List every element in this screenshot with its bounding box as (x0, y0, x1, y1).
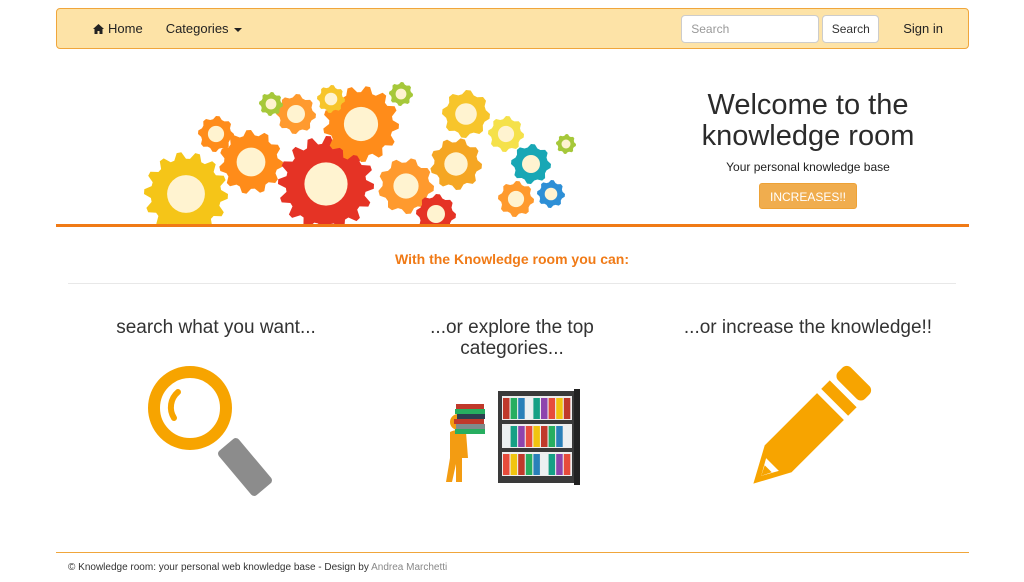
feature-title-search: search what you want... (116, 317, 316, 338)
pencil-icon[interactable] (730, 360, 880, 505)
binder (533, 454, 540, 475)
binder (503, 426, 510, 447)
nav-right-group: Search Sign in (681, 14, 968, 43)
hero-subtitle: Your personal knowledge base (726, 160, 890, 174)
nav-home-label: Home (108, 21, 143, 36)
increases-button[interactable]: INCREASES!! (758, 183, 858, 209)
binder (541, 398, 548, 419)
gear-hub (561, 139, 571, 149)
binder (556, 426, 563, 447)
footer-text: © Knowledge room: your personal web know… (68, 562, 372, 573)
home-icon (93, 23, 104, 34)
nav-categories-label: Categories (165, 21, 229, 36)
binder (525, 398, 533, 419)
hero-divider (56, 224, 969, 227)
binder (548, 398, 556, 419)
binder (548, 426, 556, 447)
feature-title-increase: ...or increase the knowledge!! (683, 317, 933, 338)
gear-hub (427, 205, 445, 223)
gear-hub (287, 105, 305, 123)
binder (541, 454, 548, 475)
gear-hub (522, 155, 540, 173)
binder (541, 426, 548, 447)
gear-hub (455, 103, 477, 125)
gear-hub (507, 190, 525, 208)
sign-in-link[interactable]: Sign in (903, 21, 943, 36)
binder (510, 426, 518, 447)
binder (518, 426, 525, 447)
gears-illustration (144, 82, 576, 226)
binder (503, 398, 510, 419)
binder (556, 398, 563, 419)
gear-hub (343, 106, 379, 142)
magnifier-icon[interactable] (148, 362, 282, 497)
gear-hub (497, 125, 515, 143)
section-subheading: With the Knowledge room you can: (395, 251, 629, 267)
binder (563, 454, 571, 475)
gear-hub (393, 173, 419, 199)
search-button[interactable]: Search (822, 14, 880, 43)
binder (518, 454, 525, 475)
gear-hub (544, 187, 558, 201)
gear-hub (265, 98, 277, 110)
feature-title-explore: ...or explore the top categories... (430, 317, 594, 359)
hero-text-block: Welcome to the knowledge room Your perso… (680, 90, 936, 209)
binder (518, 398, 525, 419)
binder (563, 398, 571, 419)
binder (533, 426, 540, 447)
footer-author-link[interactable]: Andrea Marchetti (371, 562, 447, 573)
gear-hub (304, 162, 348, 206)
bookshelf-illustration[interactable] (438, 386, 584, 490)
binder (556, 454, 563, 475)
section-divider (68, 283, 956, 284)
nav-home-link[interactable]: Home (93, 21, 143, 36)
top-navbar: Home Categories Search Sign in (56, 8, 969, 49)
binder (548, 454, 556, 475)
binder (503, 454, 510, 475)
binder (563, 426, 571, 447)
caret-down-icon (233, 27, 242, 32)
gear-hub (207, 125, 225, 143)
gear-hub (167, 175, 205, 213)
nav-categories-dropdown[interactable]: Categories (166, 21, 242, 36)
binder (510, 398, 518, 419)
gear-hub (236, 147, 266, 177)
binder (533, 398, 540, 419)
binder (510, 454, 518, 475)
gear-hub (444, 152, 468, 176)
gear-hub (395, 88, 407, 100)
search-input[interactable] (681, 14, 820, 43)
hero-title: Welcome to the knowledge room (701, 89, 915, 152)
binder (525, 426, 533, 447)
binder (525, 454, 533, 475)
gear-hub (324, 92, 338, 106)
footer-divider (56, 552, 969, 553)
footer: © Knowledge room: your personal web know… (68, 562, 447, 573)
